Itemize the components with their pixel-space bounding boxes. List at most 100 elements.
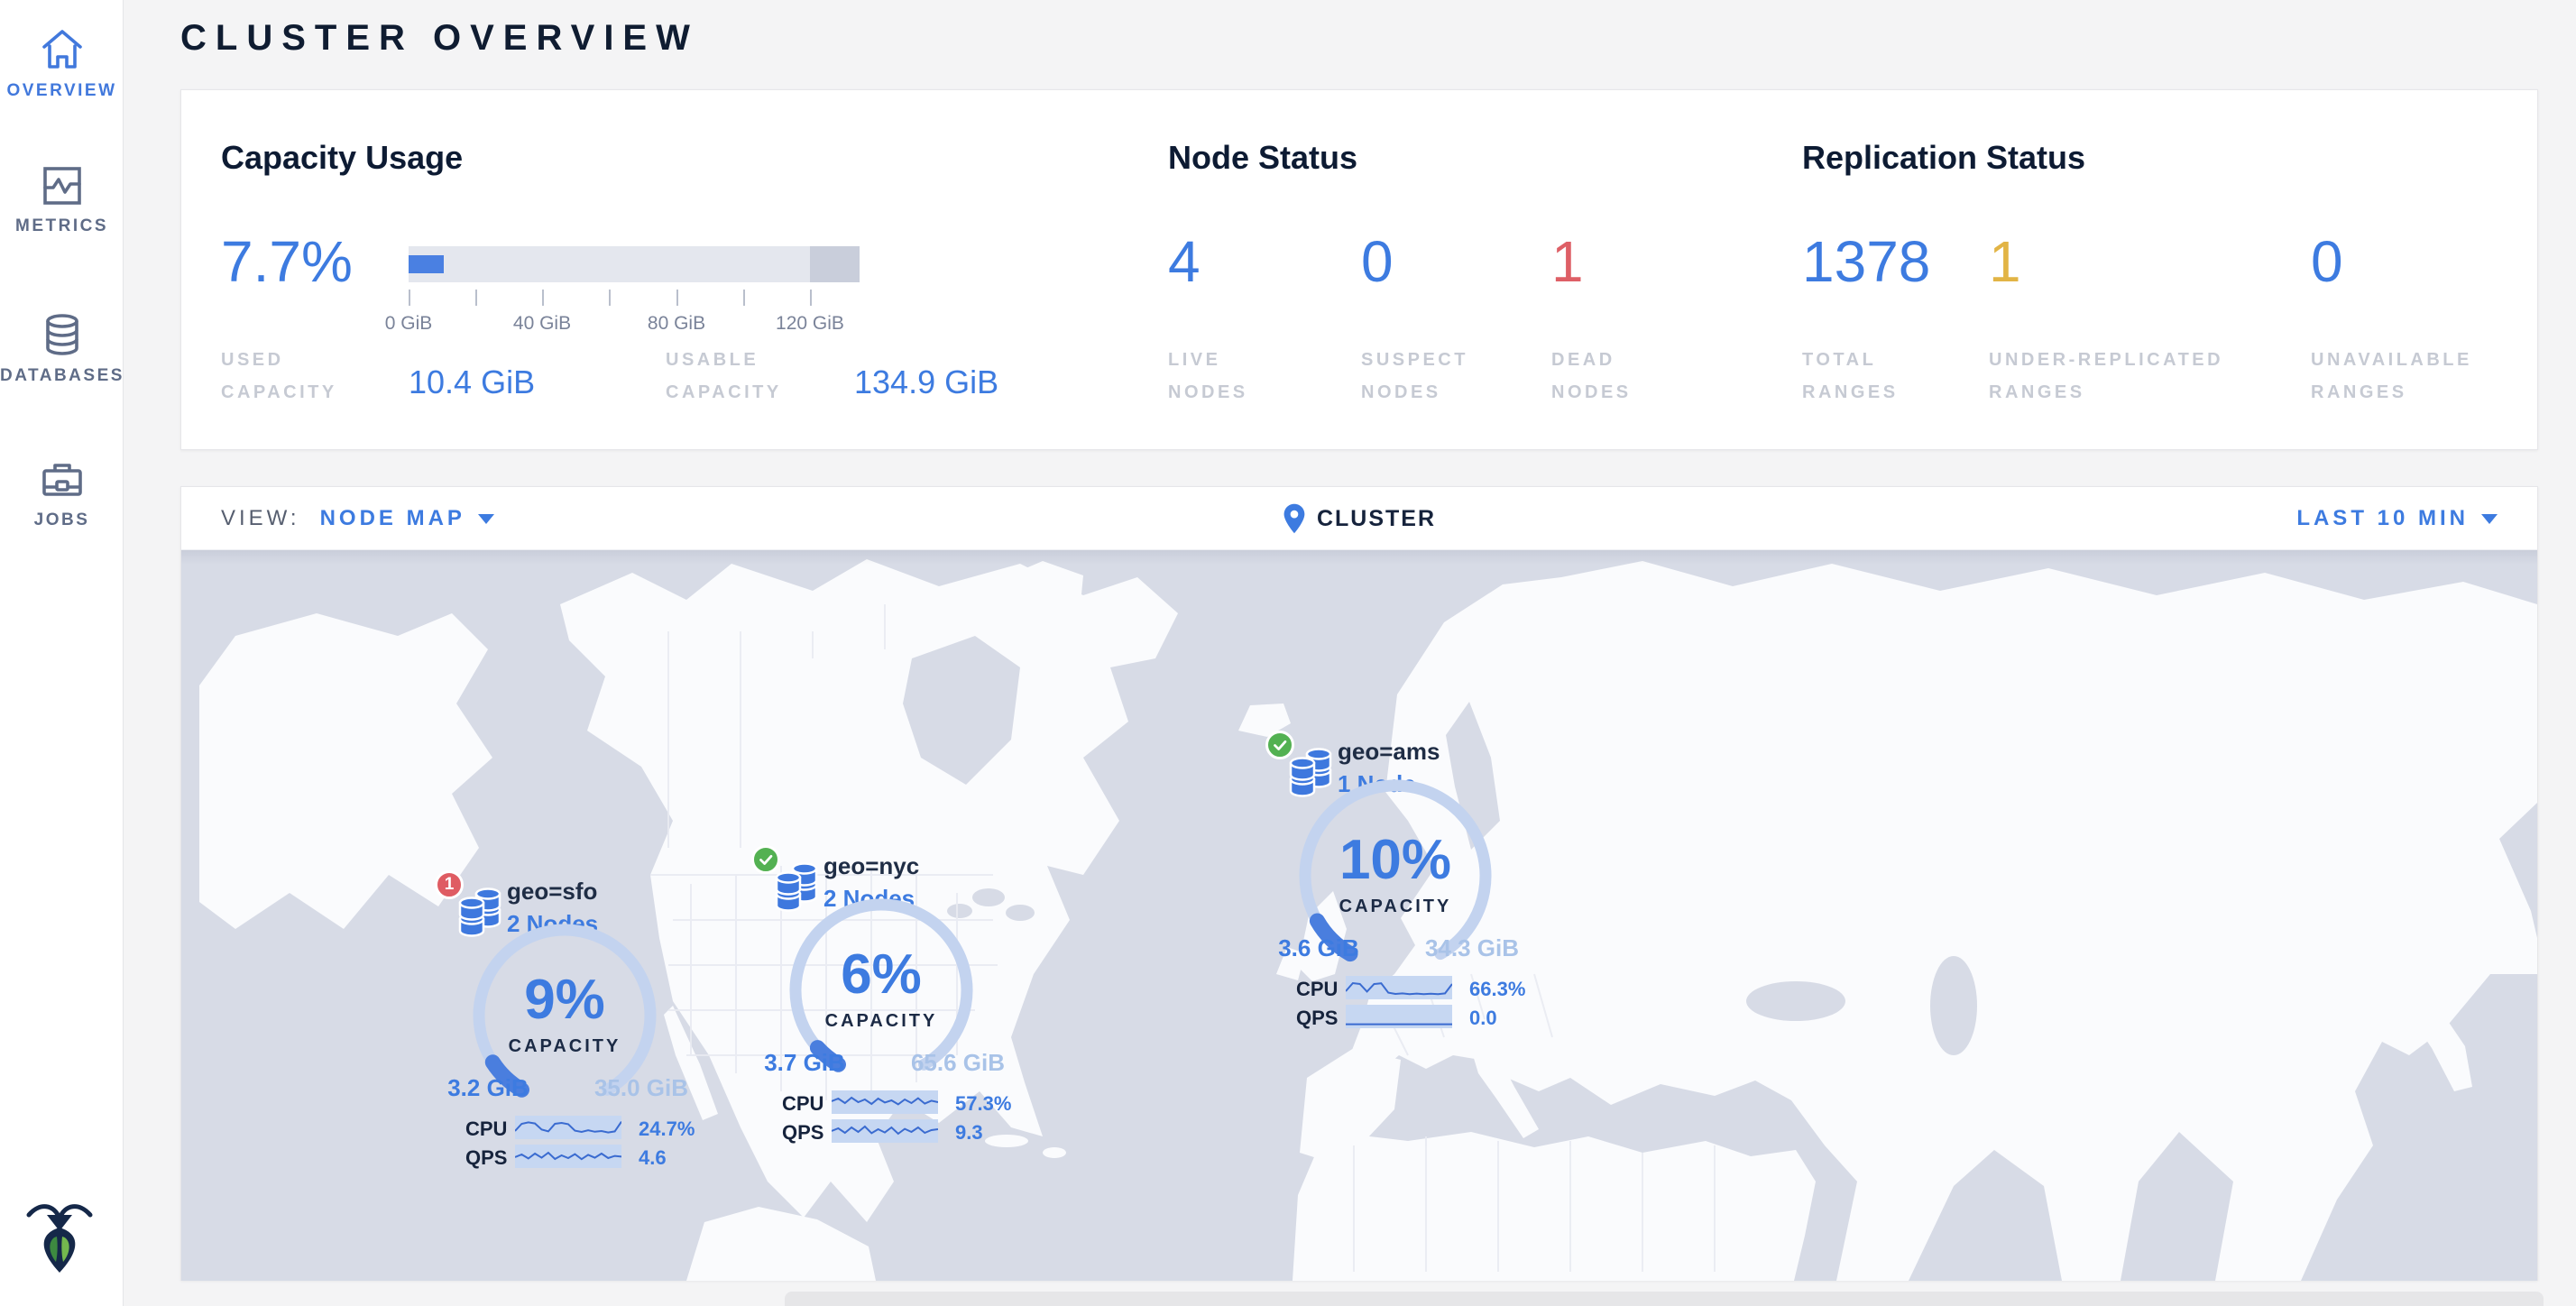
sidebar-item-metrics[interactable]: METRICS xyxy=(0,164,124,236)
chevron-down-icon xyxy=(478,514,494,524)
view-label: VIEW: xyxy=(221,506,300,531)
axis-tick xyxy=(676,290,678,306)
capacity-bar-overflow xyxy=(810,246,860,282)
axis-tick xyxy=(409,290,410,306)
sidebar-item-overview[interactable]: OVERVIEW xyxy=(0,27,124,101)
axis-tick xyxy=(475,290,477,306)
healthy-check-icon xyxy=(1265,731,1294,759)
cpu-value: 57.3% xyxy=(955,1092,1011,1116)
qps-label: QPS xyxy=(782,1121,823,1145)
capacity-bar xyxy=(409,246,860,282)
sidebar-item-jobs[interactable]: JOBS xyxy=(0,458,124,530)
sparkline xyxy=(1346,1005,1452,1028)
stat-label: SUSPECTNODES xyxy=(1361,344,1468,409)
axis-tick xyxy=(542,290,544,306)
stat-label: UNDER-REPLICATEDRANGES xyxy=(1989,344,2223,409)
locality-name: geo=ams xyxy=(1338,738,1440,766)
cpu-value: 24.7% xyxy=(639,1117,695,1141)
qps-label: QPS xyxy=(465,1146,507,1170)
qps-value: 0.0 xyxy=(1469,1007,1497,1030)
location-pin-icon xyxy=(1283,502,1306,535)
sidebar: OVERVIEW METRICS DATABASES JOBS xyxy=(0,0,124,1306)
axis-tick-label: 120 GiB xyxy=(776,313,844,335)
capacity-bar-fill xyxy=(409,255,444,273)
capacity-axis-ticks xyxy=(409,290,860,306)
qps-label: QPS xyxy=(1296,1007,1338,1030)
briefcase-icon xyxy=(0,458,124,501)
metrics-icon xyxy=(0,164,124,207)
axis-tick-label: 80 GiB xyxy=(648,313,705,335)
axis-tick xyxy=(609,290,611,306)
stat-value: 0 xyxy=(2311,233,2343,290)
qps-value: 9.3 xyxy=(955,1121,983,1145)
axis-tick-label: 0 GiB xyxy=(385,313,433,335)
stat-label: TOTALRANGES xyxy=(1802,344,1899,409)
axis-tick xyxy=(810,290,812,306)
locality-used-capacity: 3.7 GiB xyxy=(764,1049,845,1077)
locality-capacity-caption: CAPACITY xyxy=(1287,897,1504,917)
cpu-label: CPU xyxy=(1296,978,1338,1001)
stat-value: 4 xyxy=(1168,233,1201,290)
cpu-value: 66.3% xyxy=(1469,978,1525,1001)
locality-capacity-percent: 9% xyxy=(456,968,673,1032)
stat-label: UNAVAILABLERANGES xyxy=(2311,344,2472,409)
stat-value: 1 xyxy=(1551,233,1584,290)
cpu-label: CPU xyxy=(465,1117,507,1141)
node-status-title: Node Status xyxy=(1168,139,1357,177)
home-icon xyxy=(0,27,124,72)
sidebar-item-databases[interactable]: DATABASES xyxy=(0,312,124,386)
locality-capacity-caption: CAPACITY xyxy=(456,1036,673,1057)
capacity-percent: 7.7% xyxy=(221,233,353,290)
sidebar-item-label: JOBS xyxy=(0,510,124,530)
view-dropdown[interactable]: NODE MAP xyxy=(320,506,494,531)
breadcrumb: CLUSTER xyxy=(1283,487,1436,550)
dead-node-badge: 1 xyxy=(435,870,464,899)
stat-label: LIVENODES xyxy=(1168,344,1248,409)
cpu-label: CPU xyxy=(782,1092,823,1116)
stat-value: 0 xyxy=(1361,233,1394,290)
locality-name: geo=sfo xyxy=(507,878,597,906)
node-map-card: VIEW: NODE MAP CLUSTER LAST 10 MIN xyxy=(180,486,2538,1281)
sparkline xyxy=(515,1145,621,1168)
stat-value: 1 xyxy=(1989,233,2021,290)
locality-total-capacity: 65.6 GiB xyxy=(911,1049,1005,1077)
stat-label: USABLECAPACITY xyxy=(666,344,782,409)
axis-tick-label: 40 GiB xyxy=(513,313,571,335)
replication-status-title: Replication Status xyxy=(1802,139,2085,177)
capacity-stat-value: 10.4 GiB xyxy=(409,363,535,401)
sparkline xyxy=(832,1119,938,1143)
capacity-usage-title: Capacity Usage xyxy=(221,139,463,177)
page-title: CLUSTER OVERVIEW xyxy=(180,18,699,59)
sparkline xyxy=(515,1116,621,1139)
map-locality-nyc[interactable]: geo=nyc 2 Nodes 6% CAPACITY 3.7 GiB 65.6… xyxy=(773,751,989,1157)
map-locality-sfo[interactable]: 1 geo=sfo 2 Nodes 9% CAPACITY 3.2 GiB 35… xyxy=(456,777,673,1182)
locality-total-capacity: 34.3 GiB xyxy=(1425,934,1519,962)
locality-capacity-percent: 10% xyxy=(1287,828,1504,892)
healthy-check-icon xyxy=(751,845,780,874)
world-map[interactable]: 1 geo=sfo 2 Nodes 9% CAPACITY 3.2 GiB 35… xyxy=(181,550,2537,1281)
view-dropdown-value: NODE MAP xyxy=(320,506,465,531)
map-toolbar: VIEW: NODE MAP CLUSTER LAST 10 MIN xyxy=(181,487,2537,550)
breadcrumb-cluster: CLUSTER xyxy=(1317,506,1436,532)
axis-tick xyxy=(743,290,745,306)
locality-capacity-caption: CAPACITY xyxy=(773,1011,989,1032)
cockroachdb-logo xyxy=(22,1200,97,1279)
time-range-value: LAST 10 MIN xyxy=(2296,506,2469,531)
qps-value: 4.6 xyxy=(639,1146,667,1170)
stat-label: USEDCAPACITY xyxy=(221,344,337,409)
locality-capacity-percent: 6% xyxy=(773,943,989,1007)
locality-total-capacity: 35.0 GiB xyxy=(594,1074,688,1102)
chevron-down-icon xyxy=(2481,514,2498,524)
locality-used-capacity: 3.6 GiB xyxy=(1278,934,1359,962)
stat-label: DEADNODES xyxy=(1551,344,1632,409)
map-locality-ams[interactable]: geo=ams 1 Node 10% CAPACITY 3.6 GiB 34.3… xyxy=(1287,637,1504,1043)
horizontal-scrollbar[interactable] xyxy=(785,1292,2544,1306)
cluster-summary-card: Capacity Usage 7.7% 0 GiB 40 GiB 80 GiB 120… xyxy=(180,89,2538,450)
capacity-axis-labels: 0 GiB40 GiB80 GiB120 GiB xyxy=(409,313,878,336)
sidebar-item-label: METRICS xyxy=(0,216,124,236)
time-range-dropdown[interactable]: LAST 10 MIN xyxy=(2296,487,2498,550)
sidebar-item-label: OVERVIEW xyxy=(0,81,124,101)
sidebar-item-label: DATABASES xyxy=(0,366,124,386)
sparkline xyxy=(832,1090,938,1114)
locality-name: geo=nyc xyxy=(823,852,919,880)
